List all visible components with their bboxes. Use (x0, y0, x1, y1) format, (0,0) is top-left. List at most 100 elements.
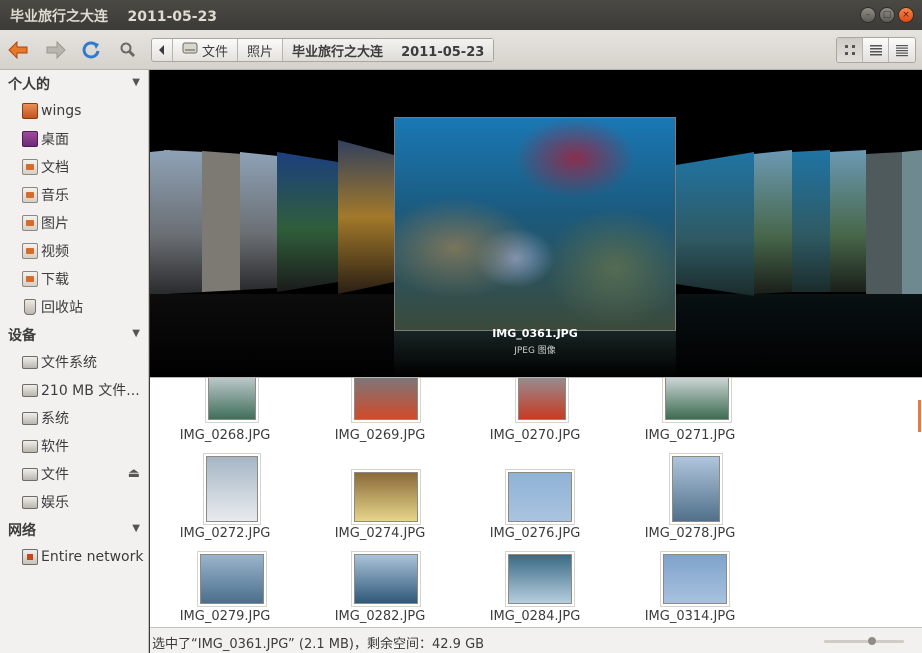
sidebar-item-pictures[interactable]: 图片 (0, 209, 148, 237)
file-thumbnail[interactable] (508, 472, 572, 522)
drive-icon (22, 355, 38, 369)
cover-thumbnail[interactable] (676, 152, 754, 296)
window-title: 毕业旅行之大连 2011-05-23 (10, 9, 218, 25)
maximize-button[interactable]: □ (879, 7, 895, 23)
cover-thumbnail[interactable] (277, 152, 338, 292)
eject-icon[interactable]: ⏏ (128, 466, 140, 481)
sidebar-item-trash[interactable]: 回收站 (0, 293, 148, 321)
sidebar-item-system[interactable]: 系统 (0, 404, 148, 432)
file-thumbnail[interactable] (206, 456, 258, 522)
sidebar-item-files-volume[interactable]: 文件 ⏏ (0, 460, 148, 488)
selected-file-type: JPEG 图像 (514, 346, 556, 356)
close-button[interactable]: × (898, 7, 914, 23)
cover-thumbnail[interactable] (792, 150, 830, 292)
cover-thumbnail[interactable] (902, 150, 922, 294)
cover-thumbnail[interactable] (202, 151, 242, 292)
sidebar-item-filesystem[interactable]: 文件系统 (0, 348, 148, 376)
file-name-label[interactable]: IMG_0284.JPG (460, 609, 610, 624)
cover-thumbnail[interactable] (240, 152, 278, 290)
breadcrumb: 文件 照片 毕业旅行之大连 2011-05-23 (151, 38, 495, 62)
forward-arrow-icon[interactable] (44, 38, 68, 62)
file-thumbnail[interactable] (672, 456, 720, 522)
minimize-button[interactable]: – (860, 7, 876, 23)
drive-icon (22, 383, 38, 397)
file-thumbnail[interactable] (508, 554, 572, 604)
file-name-label[interactable]: IMG_0271.JPG (615, 428, 765, 443)
toolbar: 文件 照片 毕业旅行之大连 2011-05-23 (0, 30, 922, 70)
pictures-icon (22, 215, 38, 231)
file-name-label[interactable]: IMG_0268.JPG (150, 428, 300, 443)
file-thumbnail[interactable] (200, 554, 264, 604)
file-name-label[interactable]: IMG_0269.JPG (305, 428, 455, 443)
list-view-icon (869, 45, 882, 56)
file-thumbnail[interactable] (354, 554, 418, 604)
file-name-label[interactable]: IMG_0279.JPG (150, 609, 300, 624)
sidebar-item-music[interactable]: 音乐 (0, 181, 148, 209)
file-thumbnail[interactable] (354, 472, 418, 522)
reload-icon[interactable] (79, 38, 103, 62)
sidebar-item-home[interactable]: wings (0, 97, 148, 125)
search-icon[interactable] (116, 38, 140, 62)
sidebar-item-entertainment[interactable]: 娱乐 (0, 488, 148, 516)
cover-thumbnail[interactable] (338, 140, 394, 294)
file-name-label[interactable]: IMG_0274.JPG (305, 526, 455, 541)
selected-cover-image[interactable] (394, 117, 676, 331)
sidebar-item-entire-network[interactable]: Entire network (0, 543, 148, 571)
trash-icon (24, 299, 36, 315)
file-thumbnail[interactable] (663, 554, 727, 604)
cover-thumbnail[interactable] (830, 150, 866, 292)
list-view-button[interactable] (863, 38, 889, 62)
cover-thumbnail[interactable] (164, 150, 205, 294)
videos-icon (22, 243, 38, 259)
sidebar: 个人的 ▼ wings 桌面 文档 音乐 图片 视频 下载 回收站 设备 ▼ 文… (0, 70, 149, 653)
file-thumbnail[interactable] (665, 378, 729, 420)
back-arrow-icon[interactable] (6, 38, 30, 62)
chevron-down-icon[interactable]: ▼ (132, 77, 140, 88)
sidebar-item-label: 文件 (41, 467, 69, 483)
cover-thumbnail[interactable] (866, 152, 902, 294)
sidebar-section-personal[interactable]: 个人的 ▼ (0, 70, 148, 97)
breadcrumb-files[interactable]: 文件 (173, 39, 239, 61)
sidebar-section-network[interactable]: 网络 ▼ (0, 516, 148, 543)
file-name-label[interactable]: IMG_0272.JPG (150, 526, 300, 541)
file-thumbnail[interactable] (518, 378, 566, 420)
file-name-label[interactable]: IMG_0278.JPG (615, 526, 765, 541)
sidebar-item-software[interactable]: 软件 (0, 432, 148, 460)
breadcrumb-current-folder[interactable]: 毕业旅行之大连 2011-05-23 (283, 39, 494, 61)
cover-thumbnail[interactable] (754, 150, 792, 294)
icon-view-button[interactable] (837, 38, 863, 62)
sidebar-item-videos[interactable]: 视频 (0, 237, 148, 265)
status-text: 选中了“IMG_0361.JPG” (2.1 MB)，剩余空间：42.9 GB (152, 637, 485, 652)
sidebar-item-label: Entire network (41, 549, 144, 565)
sidebar-item-documents[interactable]: 文档 (0, 153, 148, 181)
desktop-icon (22, 131, 38, 147)
zoom-slider[interactable] (824, 637, 904, 645)
documents-icon (22, 159, 38, 175)
file-name-label[interactable]: IMG_0282.JPG (305, 609, 455, 624)
sidebar-item-desktop[interactable]: 桌面 (0, 125, 148, 153)
breadcrumb-label: 照片 (247, 44, 274, 60)
breadcrumb-photos[interactable]: 照片 (238, 39, 284, 61)
cover-flow[interactable]: IMG_0361.JPG JPEG 图像 (150, 70, 922, 377)
sidebar-item-label: 下载 (41, 272, 69, 288)
breadcrumb-back-button[interactable] (152, 39, 173, 61)
file-name-label[interactable]: IMG_0314.JPG (615, 609, 765, 624)
file-grid[interactable]: IMG_0268.JPG IMG_0269.JPG IMG_0270.JPG IMG_… (150, 377, 922, 627)
music-icon (22, 187, 38, 203)
file-name-label[interactable]: IMG_0276.JPG (460, 526, 610, 541)
chevron-down-icon[interactable]: ▼ (132, 328, 140, 339)
sidebar-section-devices[interactable]: 设备 ▼ (0, 321, 148, 348)
zoom-slider-handle[interactable] (868, 637, 876, 645)
file-name-label[interactable]: IMG_0270.JPG (460, 428, 610, 443)
home-folder-icon (22, 103, 38, 119)
sidebar-item-volume-210mb[interactable]: 210 MB 文件... (0, 376, 148, 404)
chevron-down-icon[interactable]: ▼ (132, 523, 140, 534)
compact-view-button[interactable] (889, 38, 915, 62)
file-thumbnail[interactable] (208, 378, 256, 420)
sidebar-item-label: 视频 (41, 244, 69, 260)
file-thumbnail[interactable] (354, 378, 418, 420)
scroll-position-marker[interactable] (918, 400, 921, 432)
title-bar: 毕业旅行之大连 2011-05-23 – □ × (0, 0, 922, 30)
drive-icon (22, 411, 38, 425)
sidebar-item-downloads[interactable]: 下载 (0, 265, 148, 293)
